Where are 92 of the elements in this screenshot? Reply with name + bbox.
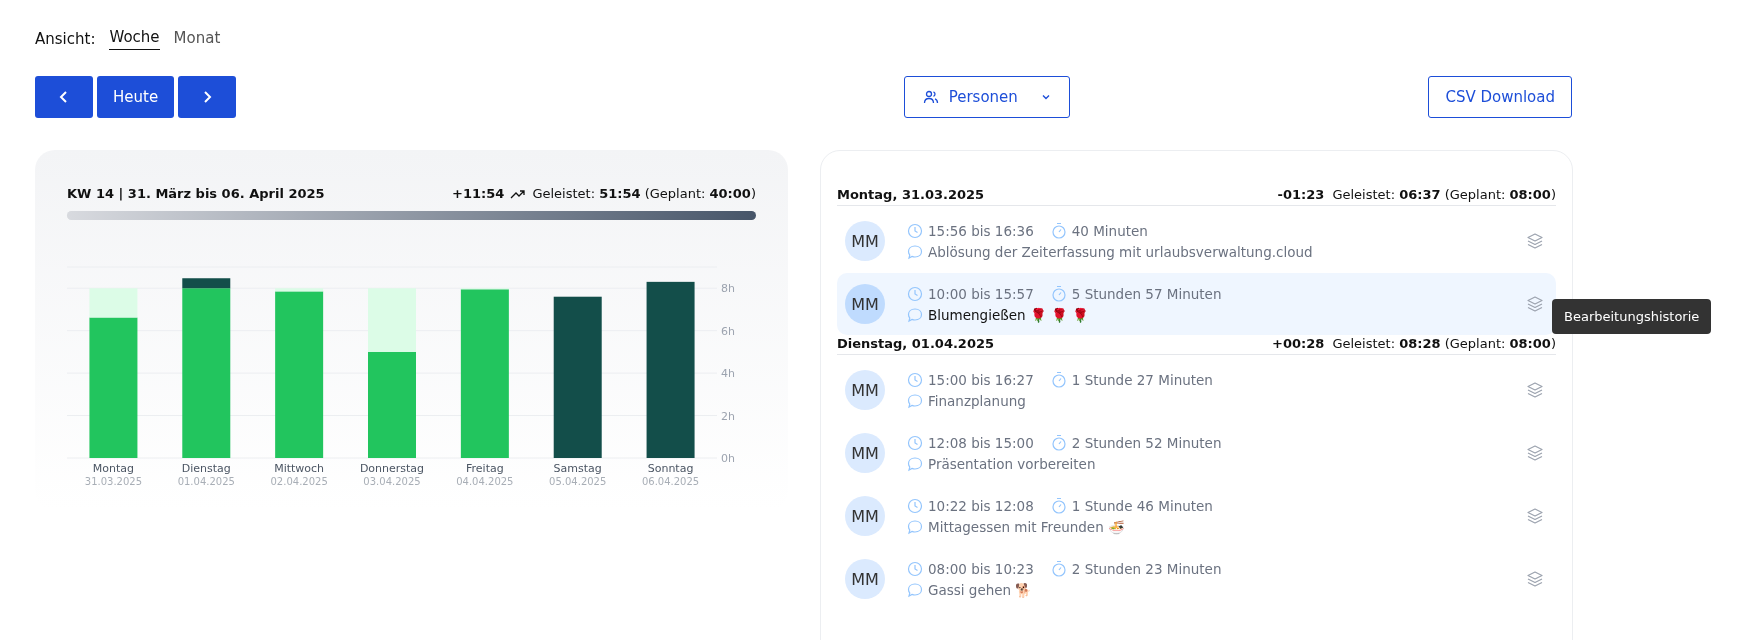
clock-icon: [907, 560, 923, 577]
overtime-delta: +11:54: [452, 186, 505, 201]
axis-tick-label: 6h: [721, 324, 735, 338]
comment-icon: [907, 244, 923, 260]
time-entry[interactable]: MM 10:22 bis 12:08 1 Stunde 46 Minuten Mittagessen mit Freunden 🍜: [837, 485, 1556, 547]
day-label: Mittwoch: [274, 462, 325, 475]
date-label: 02.04.2025: [270, 476, 328, 487]
time-range: 12:08 bis 15:00: [928, 434, 1034, 451]
layers-icon[interactable]: [1526, 295, 1544, 313]
time-range: 15:56 bis 16:36: [928, 222, 1034, 239]
comment-icon: [907, 456, 923, 472]
entry-note: Gassi gehen 🐕: [928, 582, 1033, 598]
duration: 40 Minuten: [1071, 222, 1148, 239]
comment-icon: [907, 393, 923, 409]
stopwatch-icon: [1050, 371, 1067, 388]
avatar: MM: [845, 433, 885, 473]
time-range: 10:00 bis 15:57: [928, 285, 1034, 302]
time-entry[interactable]: MM 15:00 bis 16:27 1 Stunde 27 Minuten Finanzplanung: [837, 359, 1556, 421]
clock-icon: [907, 434, 923, 451]
view-tab[interactable]: Woche: [109, 28, 160, 50]
duration: 2 Stunden 23 Minuten: [1071, 560, 1222, 577]
day-label: Freitag: [466, 462, 504, 475]
day-worked-summary: Geleistet: 06:37 (Geplant: 08:00): [1332, 187, 1556, 202]
comment-icon: [907, 307, 923, 323]
entry-note: Finanzplanung: [928, 393, 1026, 409]
day-delta: +00:28: [1272, 336, 1325, 351]
entry-note: Mittagessen mit Freunden 🍜: [928, 519, 1125, 535]
duration: 5 Stunden 57 Minuten: [1071, 285, 1222, 302]
previous-button[interactable]: [35, 76, 93, 118]
date-label: 06.04.2025: [641, 476, 700, 487]
date-label: 01.04.2025: [177, 476, 235, 487]
time-entry[interactable]: MM 08:00 bis 10:23 2 Stunden 23 Minuten Gassi gehen 🐕: [837, 548, 1556, 610]
day-label: Donnerstag: [359, 462, 425, 475]
layers-icon[interactable]: [1526, 444, 1544, 462]
layers-icon[interactable]: [1526, 381, 1544, 399]
day-date: Montag, 31.03.2025: [837, 187, 985, 202]
duration: 1 Stunde 27 Minuten: [1071, 371, 1213, 388]
view-label: Ansicht:: [35, 30, 96, 48]
time-range: 15:00 bis 16:27: [928, 371, 1034, 388]
day-date: Dienstag, 01.04.2025: [837, 336, 995, 351]
people-icon: [922, 89, 939, 105]
avatar: MM: [845, 496, 885, 536]
day-worked-summary: Geleistet: 08:28 (Geplant: 08:00): [1332, 336, 1556, 351]
stopwatch-icon: [1050, 222, 1067, 239]
layers-icon[interactable]: [1526, 232, 1544, 250]
stopwatch-icon: [1050, 560, 1067, 577]
time-range: 08:00 bis 10:23: [928, 560, 1034, 577]
stopwatch-icon: [1050, 497, 1067, 514]
entry-note: Ablösung der Zeiterfassung mit urlaubsverwaltung.cloud: [928, 244, 1313, 260]
day-delta: -01:23: [1277, 187, 1325, 202]
today-button[interactable]: Heute: [97, 76, 175, 118]
axis-tick-label: 8h: [721, 282, 735, 296]
worked-summary: Geleistet: 51:54 (Geplant: 40:00): [532, 186, 756, 201]
clock-icon: [907, 222, 923, 239]
avatar: MM: [845, 221, 885, 261]
layers-icon[interactable]: [1526, 507, 1544, 525]
time-range: 10:22 bis 12:08: [928, 497, 1034, 514]
date-label: 05.04.2025: [549, 476, 607, 487]
persons-dropdown[interactable]: Personen: [904, 76, 1071, 118]
csv-download-button[interactable]: CSV Download: [1428, 76, 1572, 118]
comment-icon: [907, 519, 923, 535]
entry-note: Blumengießen 🌹 🌹 🌹: [928, 307, 1090, 323]
day-label: Sonntag: [647, 462, 694, 475]
tooltip: Bearbeitungshistorie: [1552, 299, 1712, 334]
clock-icon: [907, 371, 923, 388]
stopwatch-icon: [1050, 434, 1067, 451]
avatar: MM: [845, 559, 885, 599]
entry-note: Präsentation vorbereiten: [928, 456, 1096, 472]
duration: 2 Stunden 52 Minuten: [1071, 434, 1222, 451]
day-label: Montag: [92, 462, 135, 475]
day-label: Dienstag: [181, 462, 231, 475]
clock-icon: [907, 285, 923, 302]
avatar: MM: [845, 370, 885, 410]
date-label: 04.04.2025: [456, 476, 514, 487]
layers-icon[interactable]: [1526, 570, 1544, 588]
view-tab[interactable]: Monat: [173, 28, 221, 50]
next-button[interactable]: [178, 76, 237, 118]
axis-tick-label: 0h: [721, 452, 735, 465]
week-title: KW 14 | 31. März bis 06. April 2025: [67, 186, 325, 201]
duration: 1 Stunde 46 Minuten: [1071, 497, 1213, 514]
clock-icon: [907, 497, 923, 514]
avatar: MM: [845, 284, 885, 324]
axis-tick-label: 4h: [721, 367, 735, 381]
date-label: 03.04.2025: [363, 476, 421, 487]
axis-tick-label: 2h: [721, 409, 735, 423]
time-entry[interactable]: MM 15:56 bis 16:36 40 Minuten Ablösung der Zeiterfassung mit urlaubsverwaltung.cloud: [837, 210, 1556, 272]
trend-up-icon: [510, 187, 527, 200]
time-entry[interactable]: MM 12:08 bis 15:00 2 Stunden 52 Minuten Präsentation vorbereiten: [837, 422, 1556, 484]
day-label: Samstag: [553, 462, 602, 475]
stopwatch-icon: [1050, 285, 1067, 302]
comment-icon: [907, 582, 923, 598]
date-label: 31.03.2025: [84, 476, 143, 487]
